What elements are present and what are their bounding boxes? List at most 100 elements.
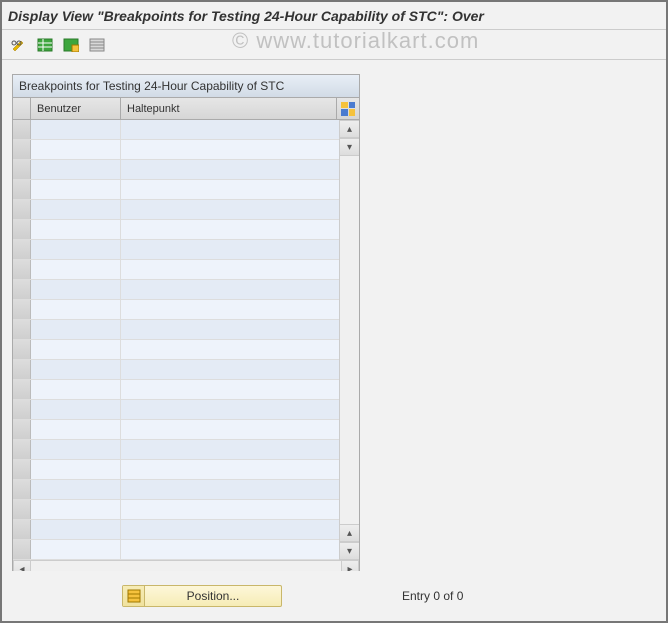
cell-breakpoint[interactable]: [121, 160, 339, 179]
row-selector[interactable]: [13, 320, 31, 339]
row-selector[interactable]: [13, 180, 31, 199]
table-view-button[interactable]: [86, 35, 108, 55]
cell-user[interactable]: [31, 200, 121, 219]
cell-user[interactable]: [31, 340, 121, 359]
cell-user[interactable]: [31, 120, 121, 139]
table-row[interactable]: [13, 360, 339, 380]
row-selector[interactable]: [13, 300, 31, 319]
row-selector[interactable]: [13, 220, 31, 239]
table-row[interactable]: [13, 440, 339, 460]
cell-user[interactable]: [31, 380, 121, 399]
table-config-button[interactable]: [337, 98, 359, 119]
cell-user[interactable]: [31, 360, 121, 379]
cell-breakpoint[interactable]: [121, 180, 339, 199]
cell-breakpoint[interactable]: [121, 300, 339, 319]
table-row[interactable]: [13, 320, 339, 340]
cell-user[interactable]: [31, 440, 121, 459]
scroll-up-step-button[interactable]: ▾: [340, 138, 359, 156]
row-selector[interactable]: [13, 200, 31, 219]
row-selector[interactable]: [13, 380, 31, 399]
row-selector[interactable]: [13, 160, 31, 179]
cell-user[interactable]: [31, 140, 121, 159]
cell-user[interactable]: [31, 160, 121, 179]
table-row[interactable]: [13, 180, 339, 200]
select-all-button[interactable]: [34, 35, 56, 55]
column-header-breakpoint[interactable]: Haltepunkt: [121, 98, 337, 119]
cell-user[interactable]: [31, 480, 121, 499]
vertical-scrollbar[interactable]: ▴ ▾ ▴ ▾: [339, 120, 359, 560]
cell-user[interactable]: [31, 500, 121, 519]
cell-breakpoint[interactable]: [121, 480, 339, 499]
row-selector[interactable]: [13, 280, 31, 299]
row-selector[interactable]: [13, 500, 31, 519]
table-row[interactable]: [13, 240, 339, 260]
table-row[interactable]: [13, 540, 339, 560]
cell-user[interactable]: [31, 180, 121, 199]
deselect-all-button[interactable]: [60, 35, 82, 55]
table-row[interactable]: [13, 300, 339, 320]
table-row[interactable]: [13, 340, 339, 360]
table-row[interactable]: [13, 520, 339, 540]
table-row[interactable]: [13, 220, 339, 240]
scroll-down-button[interactable]: ▾: [340, 542, 359, 560]
cell-breakpoint[interactable]: [121, 320, 339, 339]
row-selector[interactable]: [13, 260, 31, 279]
row-selector[interactable]: [13, 120, 31, 139]
row-selector[interactable]: [13, 520, 31, 539]
cell-breakpoint[interactable]: [121, 140, 339, 159]
position-button[interactable]: Position...: [122, 585, 282, 607]
cell-breakpoint[interactable]: [121, 120, 339, 139]
cell-breakpoint[interactable]: [121, 400, 339, 419]
toggle-change-mode-button[interactable]: [8, 35, 30, 55]
cell-breakpoint[interactable]: [121, 500, 339, 519]
table-row[interactable]: [13, 380, 339, 400]
cell-breakpoint[interactable]: [121, 380, 339, 399]
row-selector[interactable]: [13, 440, 31, 459]
cell-user[interactable]: [31, 280, 121, 299]
scroll-down-step-button[interactable]: ▴: [340, 524, 359, 542]
scroll-up-button[interactable]: ▴: [340, 120, 359, 138]
row-selector[interactable]: [13, 140, 31, 159]
table-row[interactable]: [13, 420, 339, 440]
cell-breakpoint[interactable]: [121, 420, 339, 439]
cell-user[interactable]: [31, 300, 121, 319]
row-selector[interactable]: [13, 240, 31, 259]
table-row[interactable]: [13, 200, 339, 220]
cell-user[interactable]: [31, 240, 121, 259]
cell-breakpoint[interactable]: [121, 340, 339, 359]
cell-breakpoint[interactable]: [121, 460, 339, 479]
cell-breakpoint[interactable]: [121, 240, 339, 259]
table-row[interactable]: [13, 120, 339, 140]
row-selector[interactable]: [13, 540, 31, 559]
cell-user[interactable]: [31, 420, 121, 439]
cell-breakpoint[interactable]: [121, 360, 339, 379]
table-row[interactable]: [13, 480, 339, 500]
cell-user[interactable]: [31, 260, 121, 279]
table-row[interactable]: [13, 160, 339, 180]
cell-breakpoint[interactable]: [121, 540, 339, 559]
row-selector[interactable]: [13, 480, 31, 499]
cell-user[interactable]: [31, 460, 121, 479]
table-row[interactable]: [13, 500, 339, 520]
cell-breakpoint[interactable]: [121, 280, 339, 299]
column-header-user[interactable]: Benutzer: [31, 98, 121, 119]
row-selector-header[interactable]: [13, 98, 31, 119]
table-row[interactable]: [13, 140, 339, 160]
row-selector[interactable]: [13, 460, 31, 479]
cell-user[interactable]: [31, 320, 121, 339]
cell-breakpoint[interactable]: [121, 260, 339, 279]
table-row[interactable]: [13, 280, 339, 300]
row-selector[interactable]: [13, 420, 31, 439]
cell-breakpoint[interactable]: [121, 440, 339, 459]
table-row[interactable]: [13, 460, 339, 480]
table-row[interactable]: [13, 260, 339, 280]
cell-user[interactable]: [31, 400, 121, 419]
cell-breakpoint[interactable]: [121, 220, 339, 239]
cell-breakpoint[interactable]: [121, 200, 339, 219]
cell-breakpoint[interactable]: [121, 520, 339, 539]
cell-user[interactable]: [31, 520, 121, 539]
row-selector[interactable]: [13, 400, 31, 419]
row-selector[interactable]: [13, 340, 31, 359]
cell-user[interactable]: [31, 540, 121, 559]
row-selector[interactable]: [13, 360, 31, 379]
